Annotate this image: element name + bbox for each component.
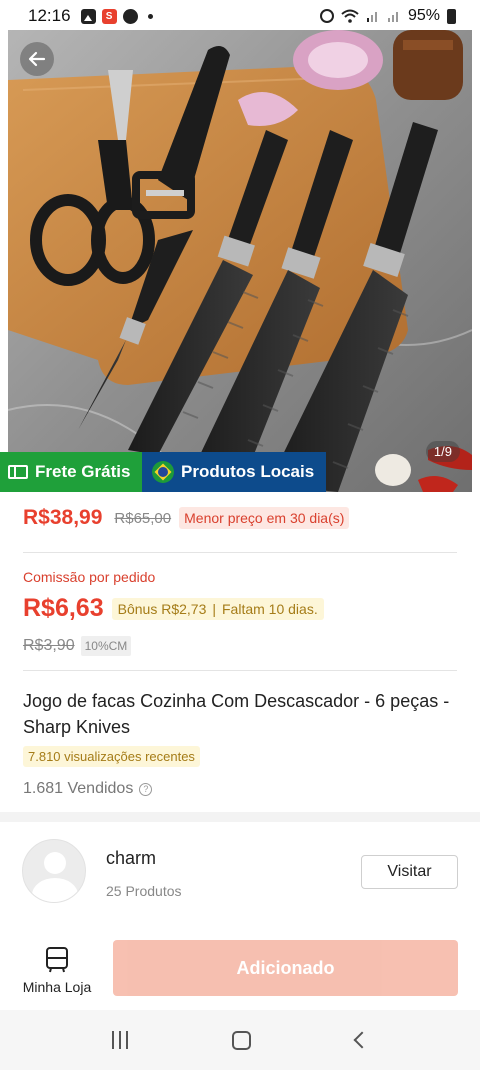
app-notification-icon: S	[101, 8, 117, 24]
wifi-icon	[341, 9, 359, 23]
commission-rate-row: R$3,90 10%CM	[23, 636, 132, 656]
price-row: R$38,99 R$65,00 Menor preço em 30 dia(s)	[23, 506, 459, 530]
added-button[interactable]: Adicionado	[113, 940, 458, 996]
sold-count: 1.681 Vendidos	[23, 780, 134, 797]
avatar-body	[32, 878, 78, 902]
help-icon[interactable]: ?	[139, 782, 153, 796]
my-store-button[interactable]: Minha Loja	[20, 946, 94, 995]
arrow-left-icon	[28, 51, 46, 67]
signal-icon	[366, 12, 377, 22]
commission-value: R$6,63	[23, 594, 104, 622]
my-store-label: Minha Loja	[22, 979, 92, 995]
battery-percentage: 95%	[407, 7, 440, 24]
store-product-count: 25 Produtos	[106, 883, 182, 899]
gallery-icon	[80, 8, 96, 24]
store-name[interactable]: charm	[106, 848, 156, 869]
status-bar: 12:16 S 95%	[0, 0, 480, 32]
battery-icon	[447, 8, 456, 24]
status-time: 12:16	[28, 6, 71, 25]
bonus-remaining: Faltam 10 dias.	[222, 600, 318, 617]
avatar-head	[44, 852, 66, 874]
divider	[23, 552, 457, 553]
product-title: Jogo de facas Cozinha Com Descascador - …	[23, 691, 450, 737]
current-price: R$38,99	[23, 506, 103, 529]
recent-views-tag: 7.810 visualizações recentes	[23, 746, 200, 767]
signal-icon-2	[387, 12, 398, 22]
bonus-tag: Bônus R$2,73 | Faltam 10 dias.	[111, 597, 324, 620]
free-shipping-label: Frete Grátis	[35, 462, 131, 481]
ticket-icon	[8, 465, 28, 479]
status-left: 12:16 S	[28, 6, 153, 26]
commission-row: R$6,63 Bônus R$2,73 | Faltam 10 dias.	[23, 594, 324, 623]
status-right: 95%	[319, 7, 456, 25]
alarm-icon	[319, 9, 334, 23]
commission-label: Comissão por pedido	[23, 569, 156, 585]
nav-back-button[interactable]	[353, 1031, 371, 1049]
old-commission: R$3,90	[23, 637, 75, 654]
sold-count-row[interactable]: 1.681 Vendidos ?	[23, 780, 153, 798]
store-avatar[interactable]	[22, 839, 86, 903]
more-notifications-dot	[147, 13, 153, 19]
local-products-label: Produtos Locais	[181, 462, 315, 481]
bonus-separator: |	[212, 600, 216, 617]
free-shipping-badge: Frete Grátis	[0, 452, 142, 492]
bonus-amount: Bônus R$2,73	[117, 600, 207, 617]
store-icon	[46, 947, 68, 973]
commission-rate-tag: 10%CM	[80, 636, 132, 656]
visit-store-button[interactable]: Visitar	[361, 855, 458, 889]
original-price: R$65,00	[114, 509, 172, 527]
recent-apps-button[interactable]	[112, 1031, 129, 1049]
brazil-flag-icon	[152, 461, 174, 483]
local-products-badge: Produtos Locais	[142, 452, 326, 492]
lowest-price-tag: Menor preço em 30 dia(s)	[179, 507, 350, 529]
badge-row: Frete Grátis Produtos Locais	[0, 452, 480, 492]
home-button[interactable]	[232, 1030, 252, 1050]
product-photo	[8, 30, 472, 492]
divider	[23, 670, 457, 671]
section-separator	[0, 812, 480, 822]
chat-icon	[122, 8, 138, 24]
back-button[interactable]	[20, 42, 54, 76]
product-image-carousel[interactable]: 1/9	[8, 30, 472, 492]
system-nav-bar	[0, 1010, 480, 1070]
